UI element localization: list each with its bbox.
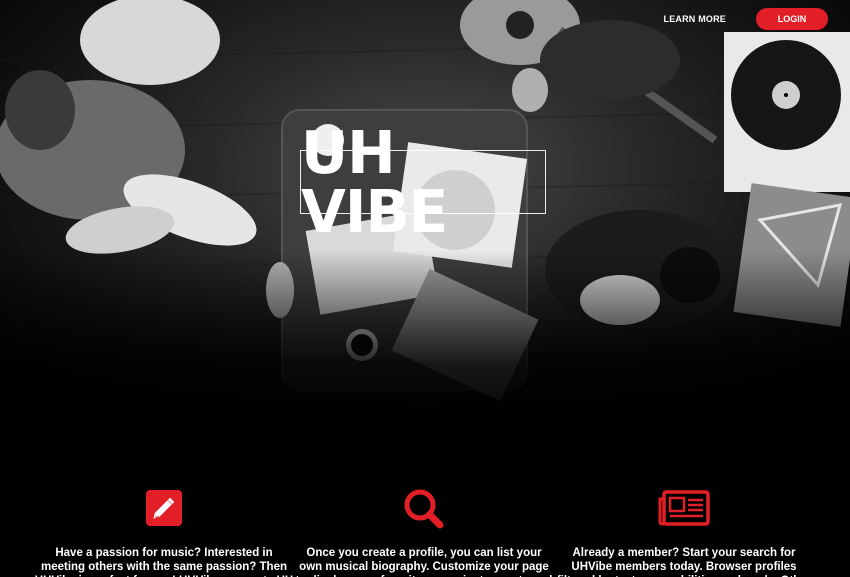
feature-column-2: Once you create a profile, you can list … bbox=[294, 488, 554, 577]
feature-column-1: Have a passion for music? Interested in … bbox=[34, 488, 294, 577]
site-logo: UH VIBE bbox=[300, 123, 546, 241]
feature-column-3: Already a member? Start your search for … bbox=[554, 488, 814, 577]
landing-page: LEARN MORE LOGIN UH VIBE Have a passion … bbox=[0, 0, 850, 577]
top-nav: LEARN MORE LOGIN bbox=[664, 8, 828, 30]
logo-text: UH VIBE bbox=[301, 117, 448, 247]
learn-more-link[interactable]: LEARN MORE bbox=[664, 14, 727, 24]
feature-text-3: Already a member? Start your search for … bbox=[557, 547, 811, 577]
search-icon bbox=[404, 489, 444, 529]
newspaper-icon bbox=[658, 490, 710, 526]
login-button[interactable]: LOGIN bbox=[756, 8, 828, 30]
feature-text-2: Once you create a profile, you can list … bbox=[296, 547, 553, 577]
pencil-icon bbox=[146, 490, 182, 526]
hero-gradient-overlay bbox=[0, 250, 850, 420]
feature-text-1: Have a passion for music? Interested in … bbox=[35, 547, 293, 577]
